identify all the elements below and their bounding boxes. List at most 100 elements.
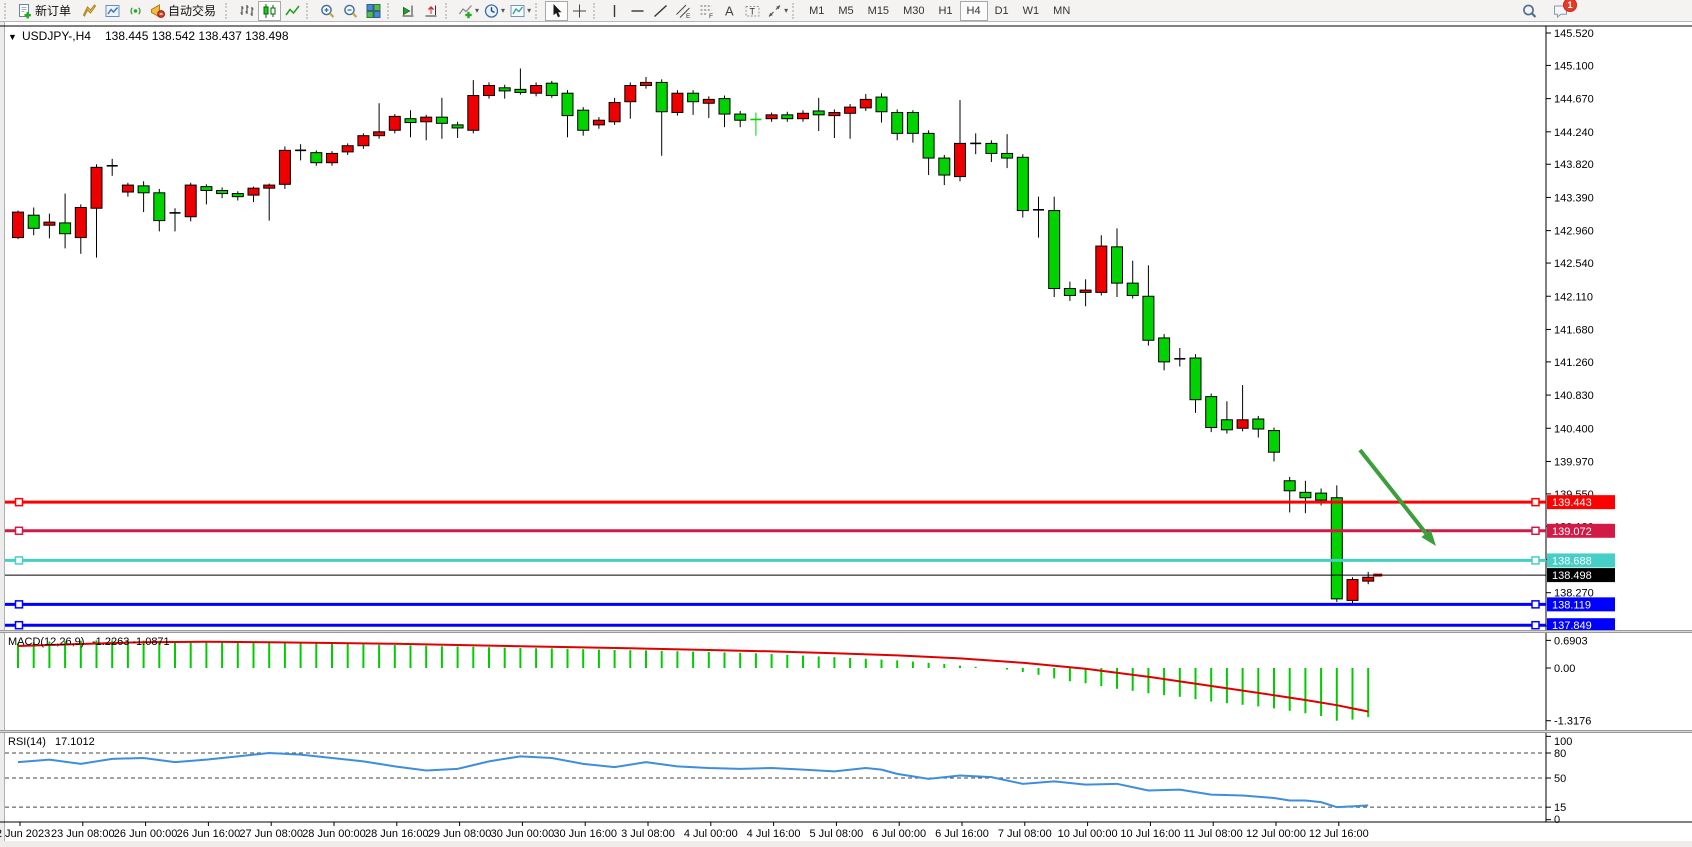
chart-svg[interactable]: 145.520145.100144.670144.240143.820143.3… (0, 22, 1692, 847)
line-price-label: 139.443 (1552, 497, 1592, 509)
timeframe-h1-button[interactable]: H1 (931, 1, 959, 21)
time-tick-label: 6 Jul 16:00 (935, 828, 989, 840)
line-chart-button[interactable] (281, 1, 304, 21)
toolbar: 新订单 自动交易 ▾ ▾ ▾ EFAT ▾ M1M5 M15 M30 H1 H4 D1 W1MN 1 (0, 0, 1692, 22)
collapse-triangle-icon[interactable]: ▼ (8, 32, 17, 42)
search-button[interactable] (1518, 1, 1541, 21)
trendline-button[interactable] (649, 1, 672, 21)
price-tick-label: 145.520 (1554, 28, 1594, 40)
fibonacci-button[interactable]: F (695, 1, 718, 21)
candle-body (13, 212, 24, 237)
new-order-button[interactable]: 新订单 (14, 1, 78, 21)
candle-body (342, 146, 353, 152)
toolbar-grip (387, 3, 394, 19)
price-tick-label: 142.110 (1554, 291, 1593, 303)
line-handle[interactable] (1532, 622, 1539, 629)
timeframe-m15-button[interactable]: M15 (861, 1, 896, 21)
line-handle[interactable] (16, 601, 23, 608)
signal-button[interactable] (124, 1, 147, 21)
candle-body (389, 116, 400, 130)
candle-body (311, 153, 322, 163)
candle-body (531, 85, 542, 93)
candle-chart-button[interactable] (258, 1, 281, 21)
candle-body (735, 114, 746, 120)
text-button[interactable]: A (718, 1, 741, 21)
chevron-down-icon[interactable]: ▾ (475, 6, 479, 15)
timeframe-h4-button[interactable]: H4 (960, 1, 988, 21)
toolbar-grip (4, 3, 11, 19)
timeframe-w1-button[interactable]: W1 (1016, 1, 1047, 21)
timeframe-m1-button[interactable]: M1 (802, 1, 831, 21)
charts-icon (81, 3, 98, 19)
scroll-to-end-icon (400, 3, 417, 19)
cursor-button[interactable] (545, 1, 568, 21)
horizontal-line-button[interactable] (626, 1, 649, 21)
candle-body (813, 111, 824, 115)
horizontal-line-icon (629, 3, 646, 19)
timeframe-label: H1 (938, 5, 952, 17)
signal-icon (127, 3, 144, 19)
chevron-down-icon[interactable]: ▾ (527, 6, 531, 15)
candle-body (1331, 498, 1342, 599)
zoom-in-icon (319, 3, 336, 19)
candle-body (279, 150, 290, 184)
toolbar-grip (535, 3, 542, 19)
timeframe-m5-button[interactable]: M5 (831, 1, 860, 21)
line-handle[interactable] (16, 499, 23, 506)
timeframe-m30-button[interactable]: M30 (896, 1, 931, 21)
vertical-line-button[interactable] (603, 1, 626, 21)
candle-body (1237, 420, 1248, 428)
chat-button[interactable]: 1 (1549, 1, 1572, 21)
time-tick-label: 10 Jul 00:00 (1058, 828, 1118, 840)
macd-indicator-label: MACD(12,26,9) (8, 636, 84, 648)
shapes-button[interactable]: ▾ (764, 1, 790, 21)
line-handle[interactable] (1532, 527, 1539, 534)
candle-body (1347, 580, 1358, 601)
bar-chart-button[interactable] (235, 1, 258, 21)
line-handle[interactable] (16, 622, 23, 629)
chevron-down-icon[interactable]: ▾ (501, 6, 505, 15)
equidistant-channel-button[interactable]: E (672, 1, 695, 21)
timeframe-label: D1 (995, 5, 1009, 17)
autotrading-button[interactable]: 自动交易 (147, 1, 223, 21)
price-tick-label: 145.100 (1554, 60, 1594, 72)
time-tick-label: 12 Jul 00:00 (1246, 828, 1306, 840)
chart-stage[interactable]: 145.520145.100144.670144.240143.820143.3… (0, 22, 1692, 847)
templates-button[interactable]: ▾ (507, 1, 533, 21)
line-handle[interactable] (1532, 601, 1539, 608)
shapes-icon (766, 3, 783, 19)
time-tick-label: 5 Jul 08:00 (809, 828, 863, 840)
chart-shift-button[interactable] (420, 1, 443, 21)
crosshair-button[interactable] (568, 1, 591, 21)
line-handle[interactable] (1532, 499, 1539, 506)
periods-button[interactable]: ▾ (481, 1, 507, 21)
timeframe-label: M15 (868, 5, 889, 17)
line-handle[interactable] (16, 527, 23, 534)
timeframe-mn-button[interactable]: MN (1046, 1, 1077, 21)
toolbar-right-group: 1 (1518, 1, 1572, 21)
scroll-to-end-button[interactable] (397, 1, 420, 21)
candle-body (955, 143, 966, 176)
tile-windows-button[interactable] (362, 1, 385, 21)
macd-scale-label: 0.6903 (1554, 635, 1588, 647)
line-handle[interactable] (16, 557, 23, 564)
chevron-down-icon[interactable]: ▾ (784, 6, 788, 15)
candle-body (907, 113, 918, 134)
zoom-out-button[interactable] (339, 1, 362, 21)
toolbar-grip (225, 3, 232, 19)
candle-body (609, 102, 620, 121)
line-handle[interactable] (1532, 557, 1539, 564)
indicators-button[interactable]: ▾ (455, 1, 481, 21)
trendline-icon (652, 3, 669, 19)
candle-body (515, 89, 526, 92)
candle-body (719, 99, 730, 114)
candle-body (1221, 420, 1232, 430)
market-watch-icon (104, 3, 121, 19)
charts-button[interactable] (78, 1, 101, 21)
text-label-button[interactable]: T (741, 1, 764, 21)
candle-body (625, 85, 636, 101)
market-watch-button[interactable] (101, 1, 124, 21)
zoom-in-button[interactable] (316, 1, 339, 21)
timeframe-d1-button[interactable]: D1 (988, 1, 1016, 21)
chart-symbol-label: USDJPY-,H4 (22, 29, 91, 43)
